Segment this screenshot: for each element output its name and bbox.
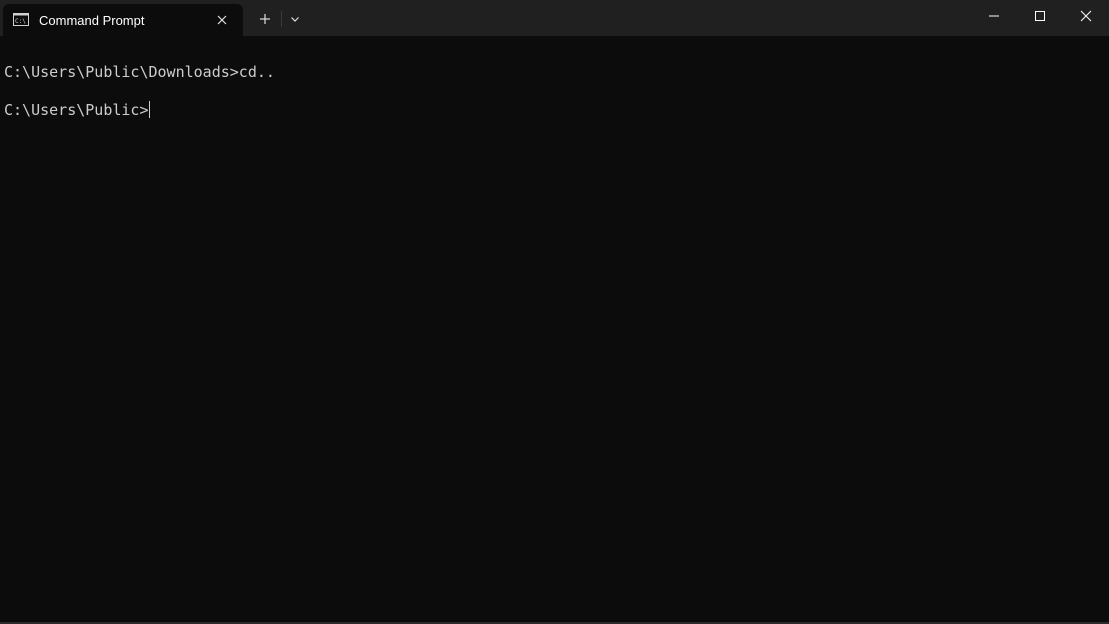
plus-icon — [260, 14, 270, 24]
svg-text:C:\: C:\ — [15, 18, 26, 25]
close-window-button[interactable] — [1063, 0, 1109, 32]
terminal-prompt: C:\Users\Public> — [4, 101, 149, 119]
tab-command-prompt[interactable]: C:\ Command Prompt — [3, 4, 243, 36]
close-icon — [1080, 10, 1092, 22]
minimize-button[interactable] — [971, 0, 1017, 32]
new-tab-button[interactable] — [253, 7, 277, 31]
minimize-icon — [989, 15, 999, 17]
terminal-output[interactable]: C:\Users\Public\Downloads>cd.. C:\Users\… — [0, 36, 1109, 622]
chevron-down-icon — [291, 17, 299, 22]
maximize-button[interactable] — [1017, 0, 1063, 32]
terminal-line-text: C:\Users\Public\Downloads>cd.. — [4, 63, 275, 81]
title-bar[interactable]: C:\ Command Prompt — [0, 0, 1109, 36]
maximize-icon — [1035, 11, 1045, 21]
terminal-prompt-line[interactable]: C:\Users\Public> — [4, 101, 150, 120]
command-prompt-icon: C:\ — [13, 13, 29, 26]
tab-close-button[interactable] — [212, 10, 232, 30]
tab-divider — [281, 11, 282, 27]
tab-title: Command Prompt — [39, 13, 145, 28]
terminal-window: C:\ Command Prompt C:\Users\Public\Downl… — [0, 0, 1109, 624]
close-icon — [217, 15, 227, 25]
text-cursor — [148, 101, 150, 118]
profile-dropdown-button[interactable] — [285, 7, 305, 31]
terminal-line: C:\Users\Public\Downloads>cd.. — [4, 63, 275, 82]
